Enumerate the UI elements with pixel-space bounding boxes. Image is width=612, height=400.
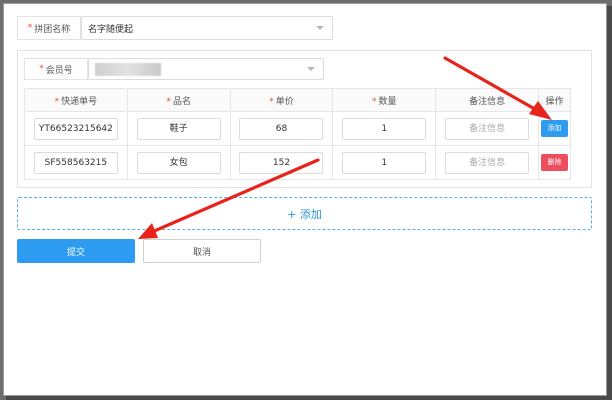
window-shadow-right [607, 6, 612, 400]
product-name-input[interactable]: 女包 [136, 151, 221, 174]
note-input[interactable]: 备注信息 [445, 117, 530, 140]
product-name-input[interactable]: 鞋子 [136, 117, 221, 140]
quantity-input[interactable]: 1 [342, 151, 427, 174]
submit-button[interactable]: 提交 [17, 239, 135, 263]
table-row: YT66523215642 鞋子 68 1 备注信息 添加 [24, 111, 572, 146]
col-header-tracking: * 快递单号 [24, 88, 128, 112]
group-name-input[interactable]: 名字随便起 [81, 16, 333, 40]
add-item-bar[interactable]: + 添加 [17, 197, 592, 230]
col-header-name: * 品名 [126, 88, 231, 112]
quantity-input[interactable]: 1 [342, 117, 427, 140]
add-row-button[interactable]: 添加 [540, 120, 568, 137]
cancel-button[interactable]: 取消 [143, 239, 261, 263]
chevron-down-icon [307, 67, 315, 71]
col-header-action: 操作 [537, 88, 572, 112]
note-input[interactable]: 备注信息 [445, 151, 530, 174]
table-row: SF558563215 女包 152 1 备注信息 删除 [24, 145, 572, 180]
col-header-qty: * 数量 [332, 88, 437, 112]
col-header-price: * 单价 [229, 88, 334, 112]
member-select[interactable]: 1871234xxxx [88, 58, 324, 80]
member-row: *会员号 1871234xxxx [24, 58, 326, 80]
price-input[interactable]: 152 [239, 151, 324, 174]
group-name-label: * 拼团名称 [17, 16, 81, 40]
window-shadow-bottom [6, 396, 612, 400]
delete-row-button[interactable]: 删除 [540, 154, 568, 171]
items-table: * 快递单号 * 品名 * 单价 * 数量 备注信息 操作 YT66523215642 … [24, 88, 572, 180]
member-label: * 会员号 [24, 58, 88, 80]
table-header-row: * 快递单号 * 品名 * 单价 * 数量 备注信息 操作 [24, 88, 572, 112]
member-value-redacted: 1871234xxxx [95, 62, 161, 76]
chevron-down-icon [316, 26, 324, 30]
tracking-input[interactable]: YT66523215642 [33, 117, 118, 140]
group-name-row: * 拼团名称 名字随便起 [17, 16, 333, 40]
tracking-input[interactable]: SF558563215 [33, 151, 118, 174]
price-input[interactable]: 68 [239, 117, 324, 140]
col-header-note: 备注信息 [435, 88, 539, 112]
